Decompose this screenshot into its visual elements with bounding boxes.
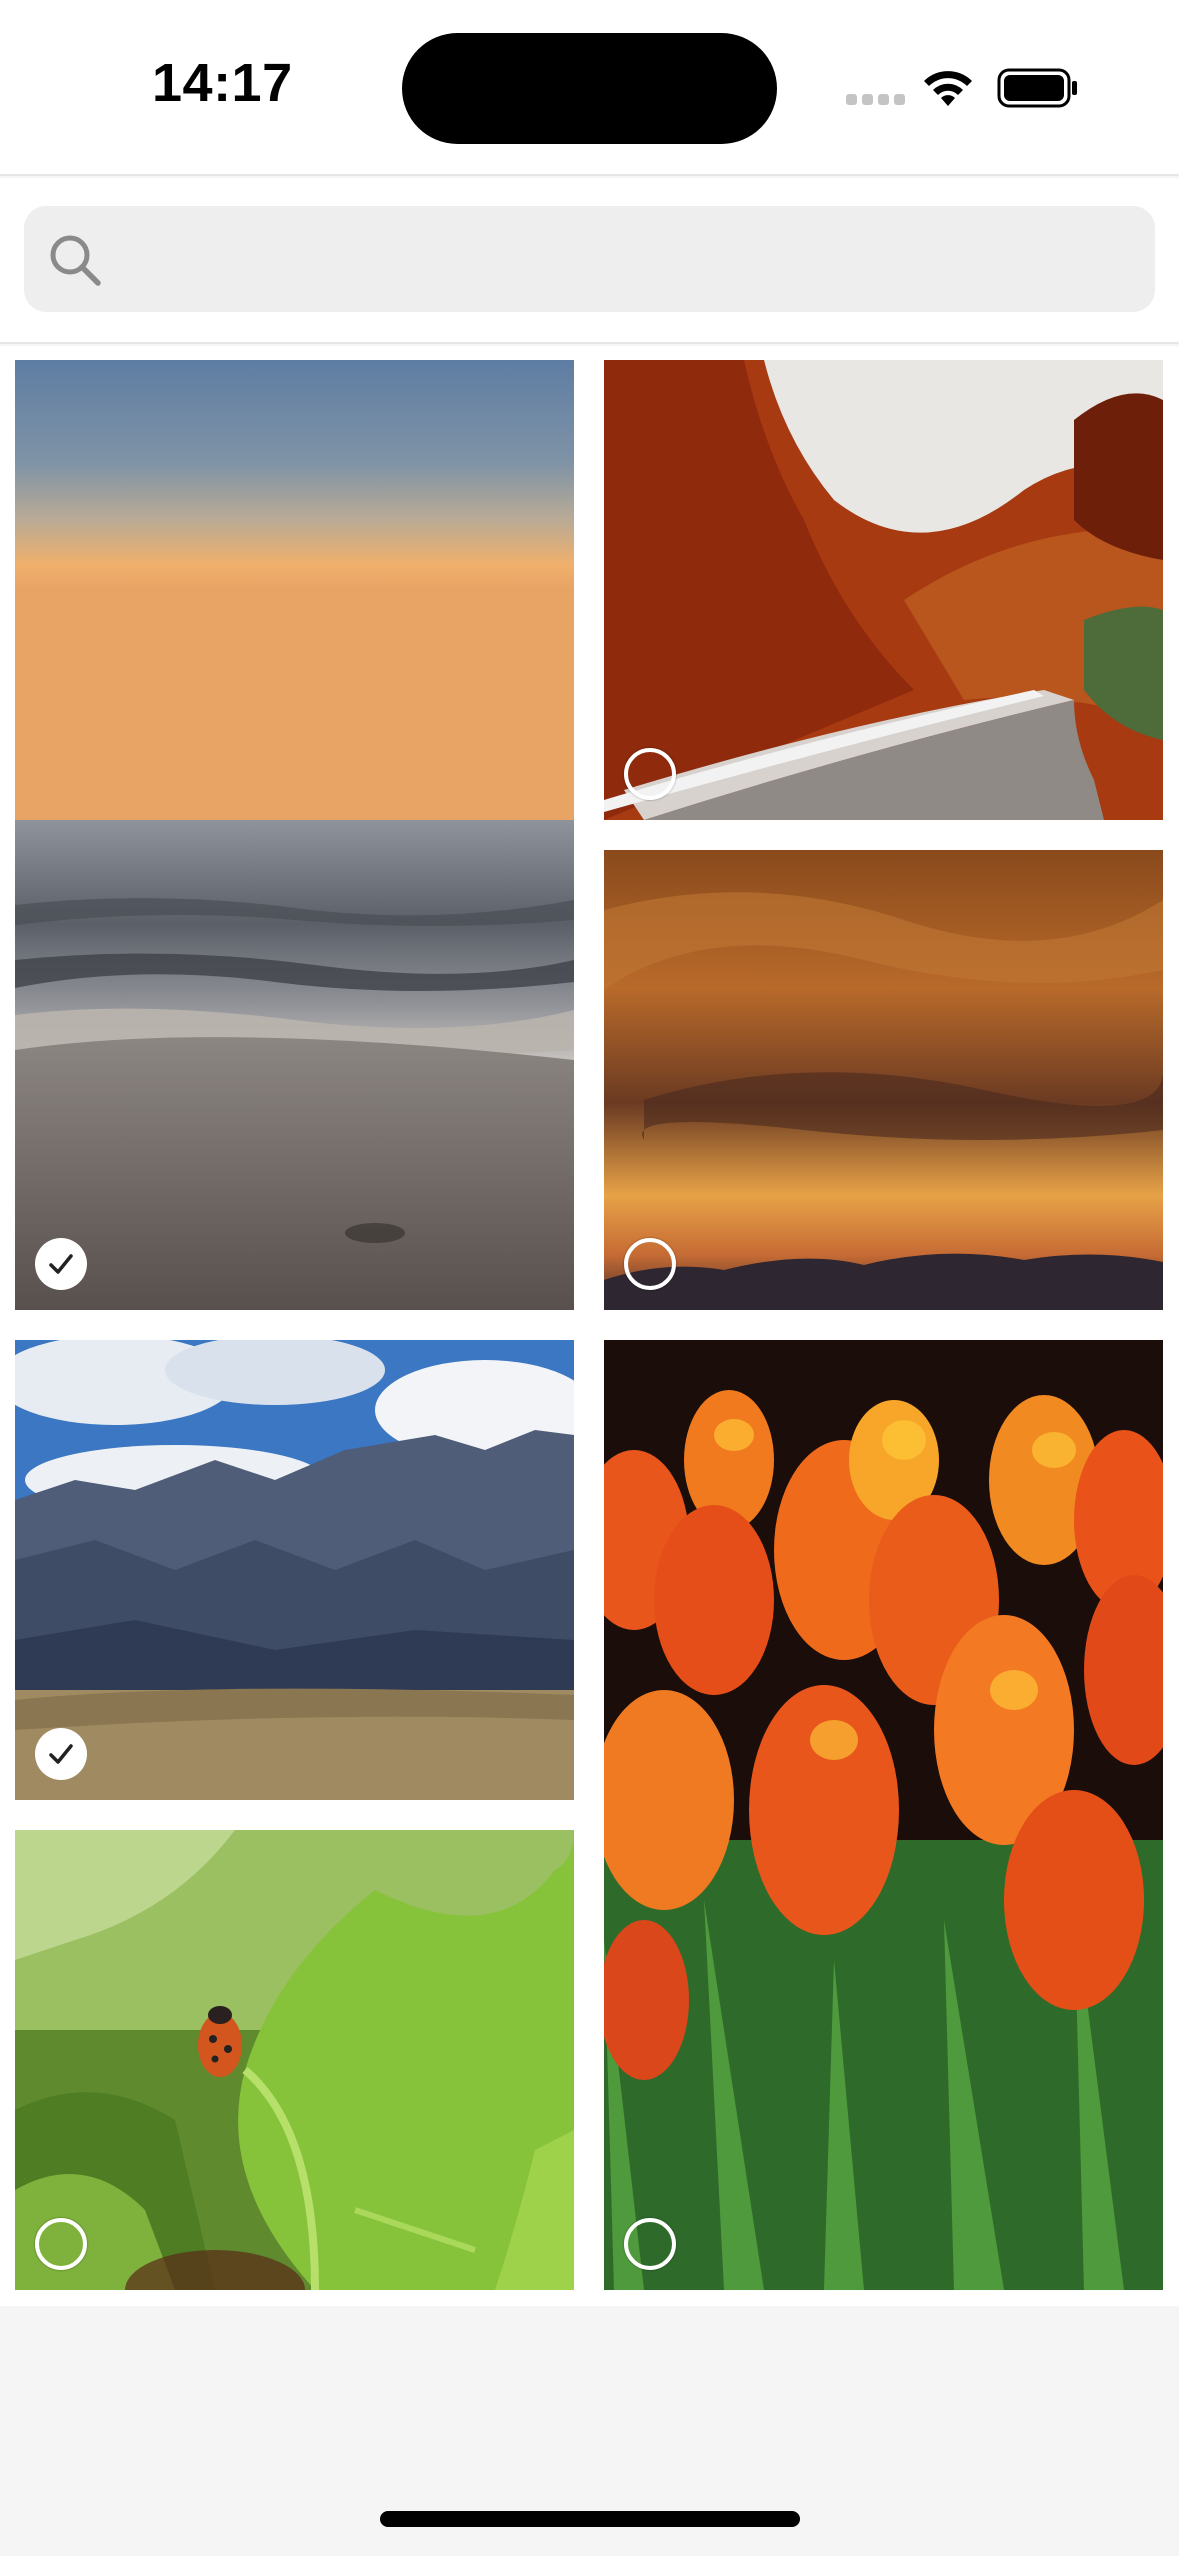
unselected-circle-icon[interactable] [624,748,676,800]
search-icon [50,235,101,286]
unselected-circle-icon[interactable] [624,2218,676,2270]
status-bar: 14:17 [0,0,1179,176]
selected-checkmark-icon[interactable] [35,1728,87,1780]
ladybug-leaf-image [15,1830,574,2290]
battery-icon [997,68,1077,108]
unselected-circle-icon[interactable] [35,2218,87,2270]
photo-sunset-beach[interactable] [15,360,574,1310]
search-bar [0,178,1179,344]
photo-ladybug-leaf[interactable] [15,1830,574,2290]
signal-icon [846,94,906,108]
sunset-beach-image [15,360,574,1310]
photo-mountains-clouds[interactable] [15,1340,574,1800]
unselected-circle-icon[interactable] [624,1238,676,1290]
dynamic-island [402,33,777,144]
search-input[interactable] [124,206,1135,312]
status-time: 14:17 [152,53,293,113]
photo-grid [0,346,1179,2306]
photo-tulips[interactable] [604,1340,1163,2290]
search-field[interactable] [24,206,1155,312]
autumn-road-image [604,360,1163,820]
mountains-clouds-image [15,1340,574,1800]
photo-orange-cloud-sky[interactable] [604,850,1163,1310]
photo-picker-screen: 14:17 [0,0,1179,2556]
photo-autumn-road[interactable] [604,360,1163,820]
tulips-image [604,1340,1163,2290]
selected-checkmark-icon[interactable] [35,1238,87,1290]
wifi-icon [924,71,972,106]
orange-cloud-sky-image [604,850,1163,1310]
home-indicator[interactable] [380,2511,800,2527]
